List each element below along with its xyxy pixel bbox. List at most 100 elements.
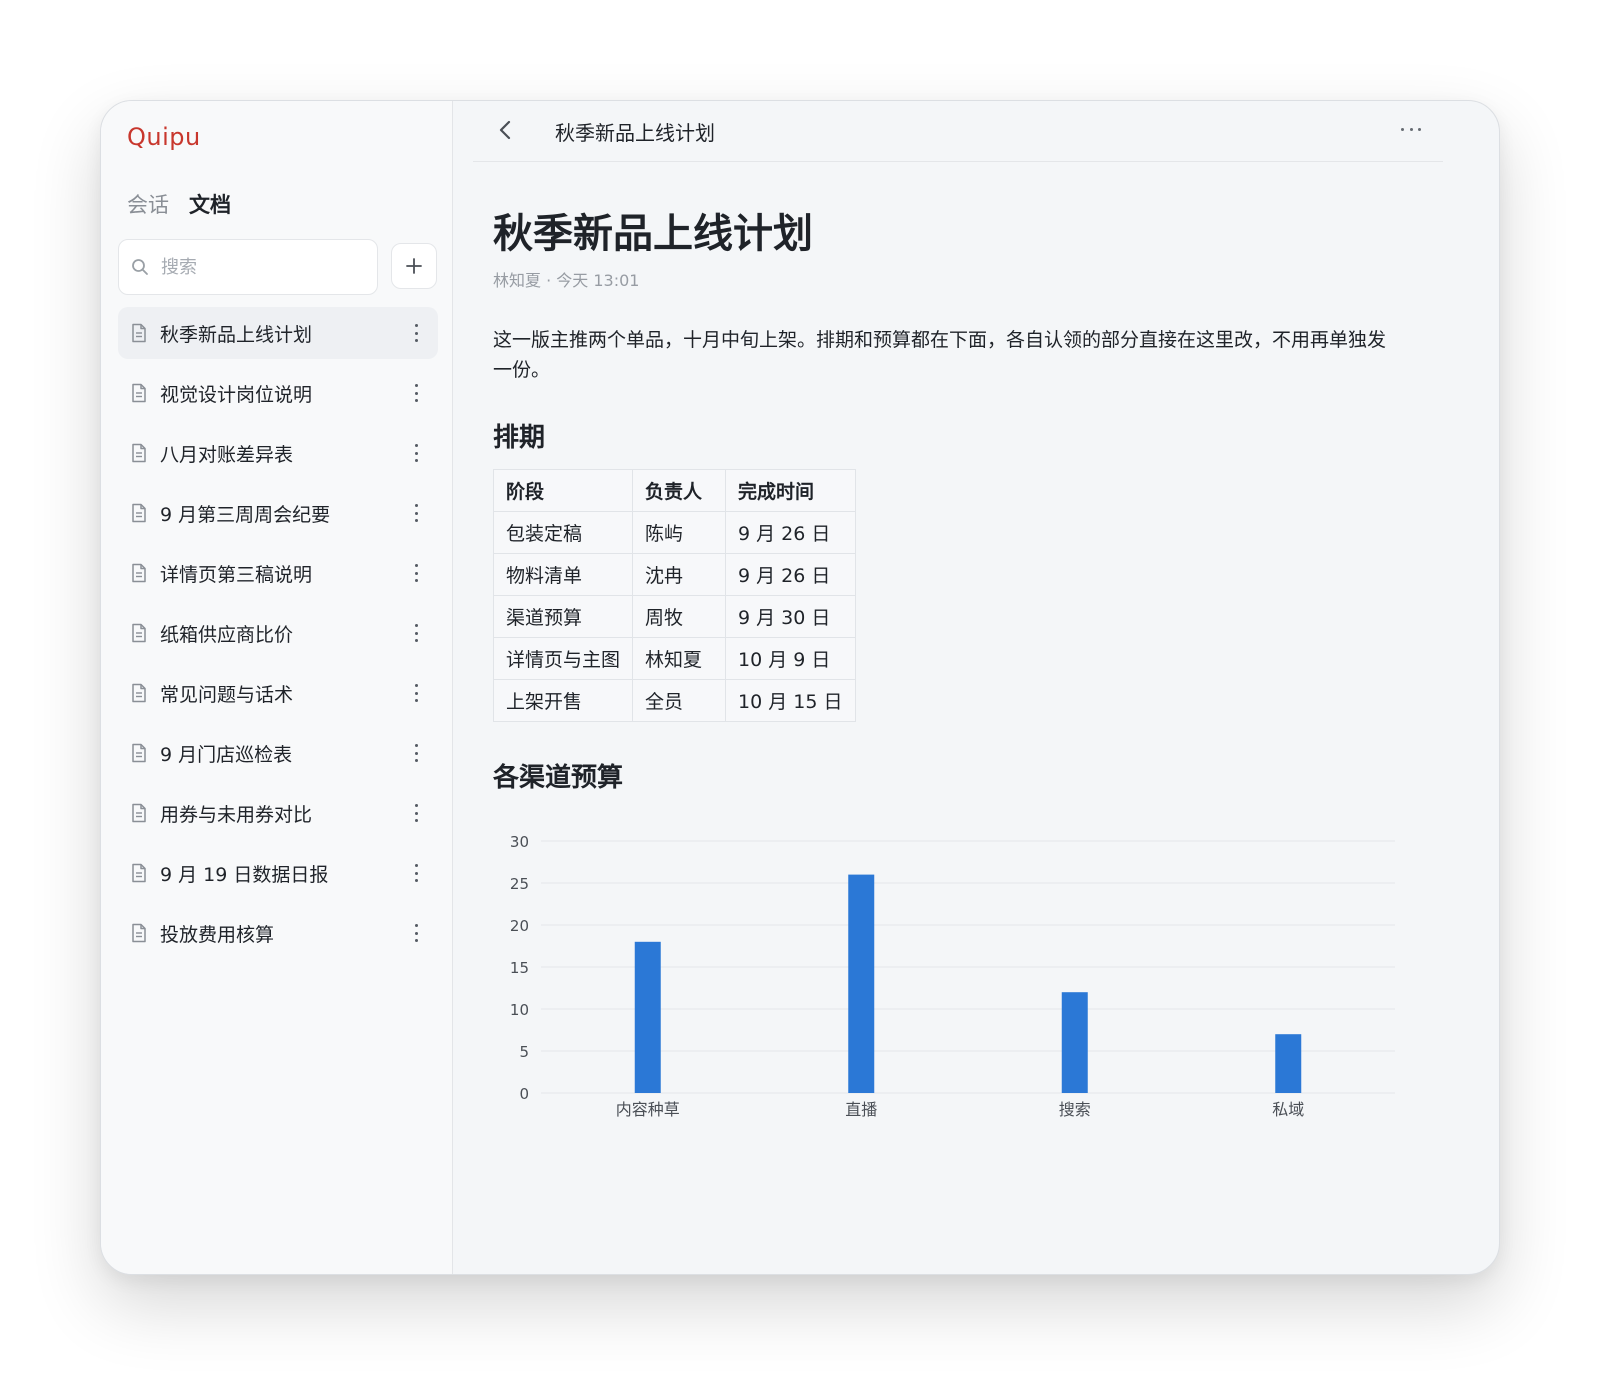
document-item-menu-button[interactable]: [412, 441, 420, 465]
document-item-menu-button[interactable]: [412, 921, 420, 945]
table-row: 渠道预算 周牧 9 月 30 日: [492, 595, 856, 638]
document-item-title: 9 月第三周周会纪要: [160, 503, 331, 526]
table-header-row: 阶段 负责人 完成时间: [492, 469, 856, 512]
document-icon: [130, 743, 148, 763]
search-box[interactable]: [118, 239, 378, 295]
cell-due-date: 9 月 26 日: [725, 553, 856, 596]
app-logo: Quipu: [127, 123, 201, 151]
document-item-title: 纸箱供应商比价: [160, 623, 294, 646]
document-icon: [130, 563, 148, 583]
new-document-button[interactable]: [391, 243, 437, 289]
schedule-heading: 排期: [493, 423, 546, 453]
chart-bar: [1275, 1034, 1302, 1093]
sidebar-document-item[interactable]: 详情页第三稿说明: [118, 547, 438, 599]
x-axis-category-label: 私域: [1272, 1100, 1304, 1119]
document-item-menu-button[interactable]: [412, 861, 420, 885]
cell-phase: 详情页与主图: [492, 637, 634, 680]
document-item-title: 视觉设计岗位说明: [160, 383, 313, 406]
column-header-phase: 阶段: [492, 469, 634, 512]
document-item-title: 9 月门店巡检表: [160, 743, 293, 766]
y-axis-tick-label: 25: [510, 875, 529, 893]
y-axis-tick-label: 15: [510, 959, 529, 977]
document-icon: [130, 323, 148, 343]
more-horizontal-icon-dot: [1418, 127, 1421, 131]
more-horizontal-icon-dot: [1409, 127, 1413, 131]
budget-heading: 各渠道预算: [493, 763, 624, 793]
sidebar-document-item[interactable]: 秋季新品上线计划: [118, 307, 438, 359]
tab-conversations[interactable]: 会话: [127, 189, 169, 219]
search-input[interactable]: [159, 255, 363, 279]
chevron-left-icon: [493, 117, 519, 143]
document-icon: [130, 443, 148, 463]
sidebar-document-item[interactable]: 9 月 19 日数据日报: [118, 847, 438, 899]
document-icon: [130, 863, 148, 883]
x-axis-category-label: 直播: [845, 1100, 877, 1119]
sidebar: Quipu 会话 文档 秋季新品上线计划视觉设计岗位说明八月对账差异表: [101, 101, 453, 1274]
sidebar-document-item[interactable]: 9 月第三周周会纪要: [118, 487, 438, 539]
document-item-title: 详情页第三稿说明: [160, 563, 313, 586]
cell-phase: 渠道预算: [492, 595, 634, 638]
document-item-menu-button[interactable]: [412, 381, 420, 405]
document-icon: [130, 623, 148, 643]
y-axis-tick-label: 0: [519, 1085, 529, 1103]
y-axis-tick-label: 10: [510, 1001, 529, 1019]
cell-due-date: 9 月 30 日: [725, 595, 856, 638]
document-view: 秋季新品上线计划 秋季新品上线计划 林知夏 · 今天 13:01 这一版主推两个…: [453, 101, 1499, 1274]
document-item-title: 常见问题与话术: [160, 683, 294, 706]
document-item-menu-button[interactable]: [412, 501, 420, 525]
document-item-menu-button[interactable]: [412, 801, 420, 825]
document-meta: 林知夏 · 今天 13:01: [493, 271, 640, 290]
sidebar-document-item[interactable]: 八月对账差异表: [118, 427, 438, 479]
y-axis-tick-label: 30: [510, 833, 529, 851]
schedule-table-body: 包装定稿 陈屿 9 月 26 日物料清单 沈冉 9 月 26 日渠道预算 周牧 9 月 30…: [492, 511, 856, 722]
cell-phase: 物料清单: [492, 553, 634, 596]
plus-icon: [405, 257, 423, 275]
chart-bar: [634, 941, 661, 1093]
tab-documents[interactable]: 文档: [189, 189, 231, 219]
sidebar-document-item[interactable]: 常见问题与话术: [118, 667, 438, 719]
document-icon: [130, 923, 148, 943]
cell-owner: 周牧: [632, 595, 727, 638]
document-icon: [130, 383, 148, 403]
table-row: 上架开售 全员 10 月 15 日: [492, 679, 856, 722]
schedule-table: 阶段 负责人 完成时间 包装定稿 陈屿 9 月 26 日物料清单 沈冉 9 月 26 日…: [492, 469, 856, 722]
document-item-menu-button[interactable]: [412, 621, 420, 645]
y-axis-tick-label: 5: [519, 1043, 529, 1061]
more-horizontal-icon-dot: [1401, 127, 1404, 131]
app-window: Quipu 会话 文档 秋季新品上线计划视觉设计岗位说明八月对账差异表: [100, 100, 1500, 1275]
document-item-menu-button[interactable]: [412, 321, 420, 345]
document-item-title: 秋季新品上线计划: [160, 323, 313, 346]
document-item-title: 9 月 19 日数据日报: [160, 863, 329, 886]
chart-bar: [848, 874, 875, 1093]
chart-bar: [1061, 992, 1088, 1093]
document-list: 秋季新品上线计划 视觉设计岗位说明 八月对账差异表 9 月第三周周会纪要 详情页第三稿说…: [118, 307, 438, 967]
document-icon: [130, 503, 148, 523]
cell-owner: 林知夏: [632, 637, 727, 680]
table-row: 详情页与主图 林知夏 10 月 9 日: [492, 637, 856, 680]
mode-tabs: 会话 文档: [127, 189, 231, 219]
topbar: 秋季新品上线计划: [473, 101, 1443, 162]
back-button[interactable]: [493, 117, 519, 143]
sidebar-document-item[interactable]: 纸箱供应商比价: [118, 607, 438, 659]
document-item-menu-button[interactable]: [412, 741, 420, 765]
budget-bar-chart: 0 5 10 15 20 25 30 内容种草 直播 搜索 私域: [510, 833, 1395, 1119]
document-icon: [130, 683, 148, 703]
sidebar-document-item[interactable]: 视觉设计岗位说明: [118, 367, 438, 419]
x-axis-category-label: 搜索: [1059, 1100, 1091, 1119]
search-icon: [131, 258, 149, 276]
cell-phase: 上架开售: [492, 679, 634, 722]
cell-due-date: 9 月 26 日: [725, 511, 856, 554]
document-item-menu-button[interactable]: [412, 681, 420, 705]
column-header-due-date: 完成时间: [725, 469, 856, 512]
column-header-owner: 负责人: [632, 469, 727, 512]
document-intro: 这一版主推两个单品，十月中旬上架。排期和预算都在下面，各自认领的部分直接在这里改…: [493, 329, 1387, 381]
sidebar-document-item[interactable]: 9 月门店巡检表: [118, 727, 438, 779]
sidebar-document-item[interactable]: 投放费用核算: [118, 907, 438, 959]
x-axis-category-label: 内容种草: [616, 1100, 680, 1119]
more-options-button[interactable]: [1401, 121, 1421, 137]
document-item-title: 八月对账差异表: [160, 443, 294, 466]
document-item-menu-button[interactable]: [412, 561, 420, 585]
cell-owner: 全员: [632, 679, 727, 722]
sidebar-document-item[interactable]: 用券与未用券对比: [118, 787, 438, 839]
cell-owner: 陈屿: [632, 511, 727, 554]
